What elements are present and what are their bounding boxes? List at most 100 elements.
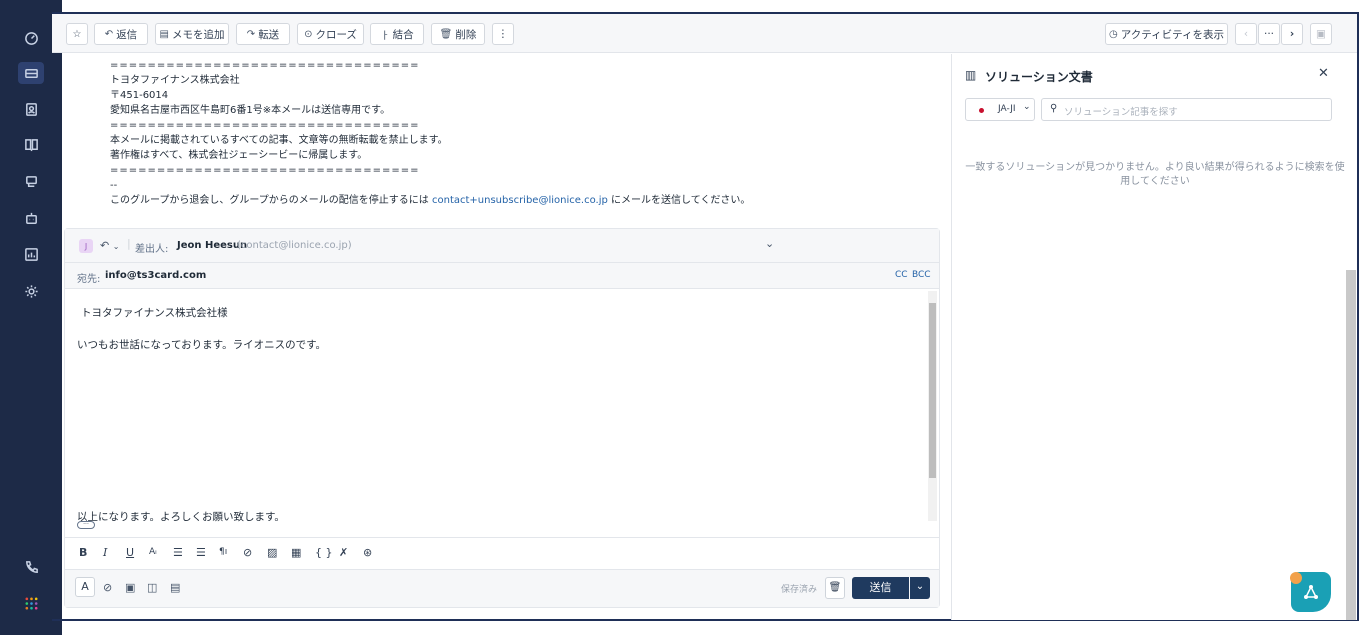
ticket-toolbar: ☆ ↶ 返信 ▤ メモを追加 ↷ 転送 ⊙ クローズ ㅏ結合 🗑 削除 ⋮ ◷ アクティビテ… (52, 14, 1357, 53)
empty-state-message: 一致するソリューションが見つかりません。より良い結果が得られるように検索を使用し… (965, 162, 1345, 187)
underline-icon[interactable]: U (126, 546, 134, 559)
phone-icon[interactable] (20, 556, 42, 578)
template-icon[interactable]: ▤ (170, 581, 180, 594)
knowledge-base-insert-icon[interactable]: ◫ (147, 581, 157, 594)
more-options-button[interactable]: ⋮ (492, 23, 514, 45)
canned-response-icon[interactable]: ▣ (125, 581, 135, 594)
ticket-list-button[interactable]: ··· (1258, 23, 1280, 45)
bold-icon[interactable]: B (79, 546, 87, 559)
tickets-icon[interactable] (18, 62, 44, 84)
book-icon: ▥ (965, 68, 977, 82)
close-icon[interactable]: ✕ (1318, 66, 1329, 81)
chevron-left-icon: ‹ (1243, 28, 1249, 40)
reply-composer: J ↶ ⌄ | 差出人: Jeon Heesun (contact@lionic… (64, 228, 940, 608)
bot-icon[interactable] (20, 207, 42, 229)
solution-search-field[interactable]: ⚲ ソリューション記事を探す (1041, 98, 1332, 121)
language-select[interactable]: JA-JI ⌄ (965, 98, 1035, 121)
show-activity-button[interactable]: ◷ アクティビティを表示 (1105, 23, 1228, 45)
history-icon: ◷ (1109, 28, 1118, 40)
star-button[interactable]: ☆ (66, 23, 88, 45)
message-line: 本メールに掲載されているすべての記事、文章等の無断転載を禁止します。 (110, 135, 448, 146)
recipient-row: 宛先: info@ts3card.com CC BCC (65, 263, 939, 289)
table-icon[interactable]: ▦ (291, 546, 301, 559)
format-toolbar: B I U Aᵢ ☰ ☰ ¶ı ⊘ ▨ ▦ { } ✗ ⊛ (65, 537, 939, 569)
delete-button[interactable]: 🗑 削除 (431, 23, 485, 45)
text-format-toggle-icon[interactable]: A (75, 577, 95, 597)
editor-line: いつもお世話になっております。ライオニスのです。 (77, 339, 327, 351)
clear-format-icon[interactable]: ✗ (339, 546, 348, 559)
solutions-panel: ▥ ソリューション文書 ✕ JA-JI ⌄ ⚲ ソリューション記事を探す 一致す… (951, 54, 1357, 620)
numbered-list-icon[interactable]: ☰ (196, 546, 206, 559)
attachment-icon[interactable]: ⊘ (103, 581, 112, 594)
message-body: ================================= トヨタファイ… (110, 54, 930, 208)
link-icon[interactable]: ⊘ (243, 546, 252, 559)
close-ticket-button[interactable]: ⊙ クローズ (297, 23, 364, 45)
message-line: トヨタファイナンス株式会社 (110, 75, 240, 86)
previous-ticket-button[interactable]: ‹ (1235, 23, 1257, 45)
bullet-list-icon[interactable]: ☰ (173, 546, 183, 559)
apps-grid-icon[interactable] (20, 592, 42, 614)
notification-dot (1290, 572, 1302, 584)
panel-icon: ▣ (1316, 28, 1326, 40)
add-memo-button[interactable]: ▤ メモを追加 (155, 23, 229, 45)
editor-line: トヨタファイナンス株式会社様 (81, 307, 228, 319)
message-line: ================================= (110, 60, 420, 71)
divider: | (127, 237, 131, 250)
to-recipient[interactable]: info@ts3card.com (105, 270, 206, 281)
composer-footer: A ⊘ ▣ ◫ ▤ 保存済み 🗑 送信 ⌄ (65, 569, 939, 607)
merge-button[interactable]: ㅏ結合 (370, 23, 424, 45)
reply-type-dropdown[interactable]: ↶ ⌄ (100, 239, 119, 252)
show-trimmed-content-button[interactable]: ··· (77, 521, 95, 529)
send-options-chevron-down-icon[interactable]: ⌄ (910, 577, 930, 599)
editor-line: 以上になります。よろしくお願い致します。 (77, 511, 285, 523)
italic-icon[interactable]: I (103, 546, 107, 559)
language-value: JA-JI (998, 104, 1016, 114)
chevron-right-icon: › (1289, 28, 1295, 40)
dashboard-icon[interactable] (20, 27, 42, 49)
panel-scrollbar[interactable] (1346, 270, 1356, 620)
forward-button[interactable]: ↷ 転送 (236, 23, 290, 45)
paragraph-icon[interactable]: ¶ı (219, 547, 227, 557)
reply-icon: ↶ (100, 239, 110, 252)
next-ticket-button[interactable]: › (1281, 23, 1303, 45)
star-icon: ☆ (72, 28, 82, 40)
editor-scroll-thumb[interactable] (929, 303, 936, 478)
code-icon[interactable]: { } (315, 546, 333, 559)
chevron-down-icon: ⌄ (112, 242, 120, 251)
settings-icon[interactable] (20, 280, 42, 302)
search-input[interactable]: ソリューション記事を探す (1064, 104, 1178, 118)
message-line: 著作権はすべて、株式会社ジェーシービーに帰属します。 (110, 150, 368, 161)
saved-status: 保存済み (781, 585, 818, 595)
message-line: ================================= (110, 120, 420, 131)
send-button[interactable]: 送信 (852, 577, 909, 599)
check-circle-icon: ⊙ (304, 28, 313, 40)
knowledge-base-icon[interactable] (20, 133, 42, 155)
language-flag-icon (979, 108, 984, 113)
conversations-icon[interactable] (20, 170, 42, 192)
message-line: 〒451-6014 (110, 90, 169, 101)
unsubscribe-line: このグループから退会し、グループからのメールの配信を停止するには contact… (110, 195, 751, 206)
panel-toggle-button[interactable]: ▣ (1310, 23, 1332, 45)
to-label: 宛先: (77, 274, 101, 285)
unsubscribe-email-link[interactable]: contact+unsubscribe@lionice.co.jp (432, 195, 608, 206)
reply-icon: ↶ (104, 28, 114, 40)
reports-icon[interactable] (20, 243, 42, 265)
cc-button[interactable]: CC (895, 270, 908, 280)
from-label: 差出人: (135, 244, 169, 255)
from-email: (contact@lionice.co.jp) (237, 240, 352, 251)
font-size-icon[interactable]: Aᵢ (149, 547, 157, 557)
trash-icon: 🗑 (439, 28, 453, 40)
message-line: -- (110, 180, 118, 191)
contacts-icon[interactable] (20, 98, 42, 120)
editor-scrollbar[interactable] (928, 291, 937, 521)
panel-title: ソリューション文書 (985, 70, 1093, 84)
image-icon[interactable]: ▨ (267, 546, 277, 559)
from-dropdown-chevron-icon[interactable]: ⌄ (765, 237, 774, 250)
discard-draft-trash-icon[interactable]: 🗑 (825, 577, 845, 599)
search-icon: ⚲ (1050, 103, 1058, 114)
avatar: J (79, 239, 93, 253)
bcc-button[interactable]: BCC (912, 270, 931, 280)
reply-button[interactable]: ↶ 返信 (94, 23, 148, 45)
history-icon[interactable]: ⊛ (363, 546, 372, 559)
memo-icon: ▤ (159, 28, 169, 40)
